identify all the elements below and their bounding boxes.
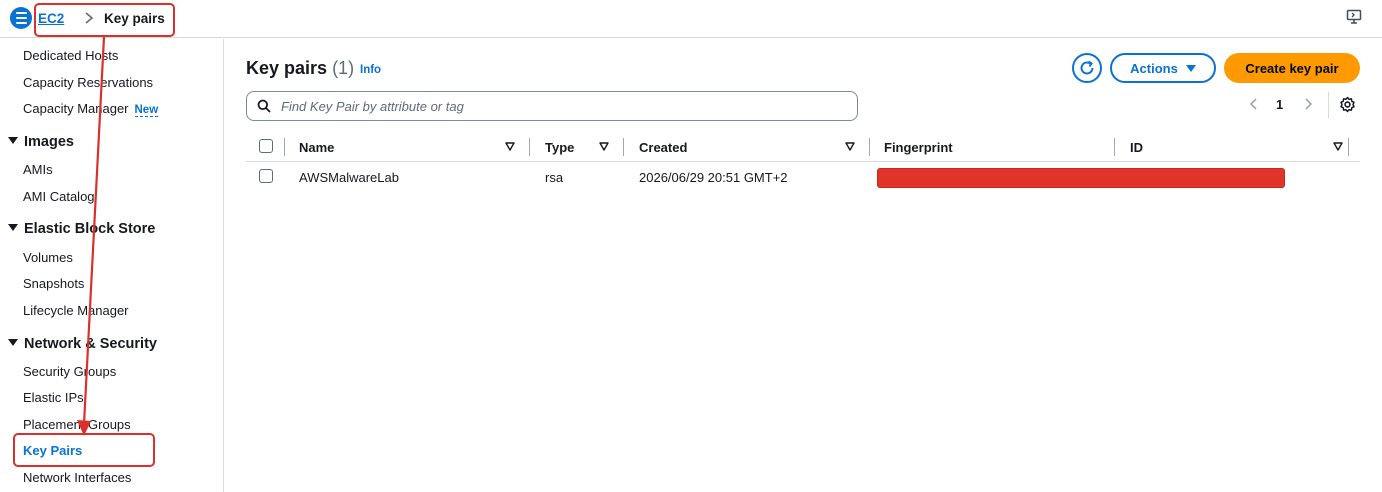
sidebar-item-snapshots[interactable]: Snapshots — [23, 276, 84, 291]
new-badge: New — [134, 104, 159, 117]
cell-name: AWSMalwareLab — [299, 170, 399, 185]
column-separator — [284, 138, 285, 156]
screen-icon[interactable] — [1346, 9, 1362, 25]
table-row[interactable]: AWSMalwareLab rsa 2026/06/29 20:51 GMT+2 — [246, 162, 1360, 194]
column-separator — [1348, 138, 1349, 156]
cell-created: 2026/06/29 20:51 GMT+2 — [639, 170, 788, 185]
sidebar-section-network-security[interactable]: Network & Security — [8, 336, 157, 352]
sidebar-item-placement-groups[interactable]: Placement Groups — [23, 417, 131, 432]
column-header-name[interactable]: Name — [299, 140, 334, 155]
sort-icon[interactable] — [1333, 142, 1343, 151]
caret-down-icon — [8, 137, 18, 144]
table-header: Name Type Created Fingerprint ID — [246, 132, 1360, 162]
annotation-box-breadcrumb — [34, 3, 175, 37]
actions-label: Actions — [1130, 60, 1178, 76]
caret-down-icon — [1185, 64, 1196, 72]
search-box[interactable] — [246, 91, 858, 121]
top-bar: EC2 Key pairs — [0, 0, 1382, 38]
column-separator — [869, 138, 870, 156]
page-number[interactable]: 1 — [1276, 97, 1283, 112]
search-input[interactable] — [281, 97, 841, 115]
create-key-pair-button[interactable]: Create key pair — [1224, 53, 1360, 83]
sidebar-section-images[interactable]: Images — [8, 134, 74, 150]
refresh-button[interactable] — [1072, 53, 1102, 83]
sidebar-item-network-interfaces[interactable]: Network Interfaces — [23, 470, 131, 485]
sidebar-item-amis[interactable]: AMIs — [23, 162, 53, 177]
refresh-icon — [1080, 60, 1094, 75]
sidebar-item-elastic-ips[interactable]: Elastic IPs — [23, 390, 84, 405]
column-separator — [623, 138, 624, 156]
sort-icon[interactable] — [505, 142, 515, 151]
sort-icon[interactable] — [845, 142, 855, 151]
sidebar-item-security-groups[interactable]: Security Groups — [23, 364, 116, 379]
chevron-left-icon[interactable] — [1248, 96, 1260, 112]
sidebar-section-label: Images — [24, 134, 74, 150]
chevron-right-icon[interactable] — [1302, 96, 1314, 112]
column-header-type[interactable]: Type — [545, 140, 574, 155]
redacted-fingerprint-id — [877, 168, 1285, 188]
column-separator — [529, 138, 530, 156]
actions-button[interactable]: Actions — [1110, 53, 1216, 83]
annotation-box-key-pairs — [13, 433, 155, 467]
sidebar-section-elastic-block-store[interactable]: Elastic Block Store — [8, 221, 155, 237]
item-count: (1) — [332, 58, 355, 78]
cell-type: rsa — [545, 170, 564, 185]
page-title-text: Key pairs — [246, 58, 328, 78]
sidebar-item-label: Capacity Manager — [23, 101, 129, 116]
row-checkbox[interactable] — [259, 169, 273, 183]
column-header-fingerprint[interactable]: Fingerprint — [884, 140, 953, 155]
sidebar-item-volumes[interactable]: Volumes — [23, 250, 73, 265]
sidebar-item-capacity-reservations[interactable]: Capacity Reservations — [23, 75, 153, 90]
search-icon — [257, 99, 271, 113]
caret-down-icon — [8, 339, 18, 346]
divider — [1328, 92, 1329, 118]
menu-icon[interactable] — [10, 7, 32, 29]
sort-icon[interactable] — [599, 142, 609, 151]
sidebar-item-dedicated-hosts[interactable]: Dedicated Hosts — [23, 48, 118, 63]
caret-down-icon — [8, 224, 18, 231]
column-header-id[interactable]: ID — [1130, 140, 1143, 155]
info-link[interactable]: Info — [360, 64, 381, 76]
column-separator — [1114, 138, 1115, 156]
column-header-created[interactable]: Created — [639, 140, 687, 155]
sidebar-item-lifecycle-manager[interactable]: Lifecycle Manager — [23, 303, 129, 318]
sidebar-item-capacity-manager[interactable]: Capacity Manager New — [23, 101, 159, 117]
sidebar-section-label: Elastic Block Store — [24, 221, 156, 237]
sidebar-item-ami-catalog[interactable]: AMI Catalog — [23, 189, 95, 204]
sidebar-section-label: Network & Security — [24, 336, 157, 352]
page-title: Key pairs (1) — [246, 58, 354, 79]
select-all-checkbox[interactable] — [259, 139, 273, 153]
settings-icon[interactable] — [1339, 96, 1356, 113]
